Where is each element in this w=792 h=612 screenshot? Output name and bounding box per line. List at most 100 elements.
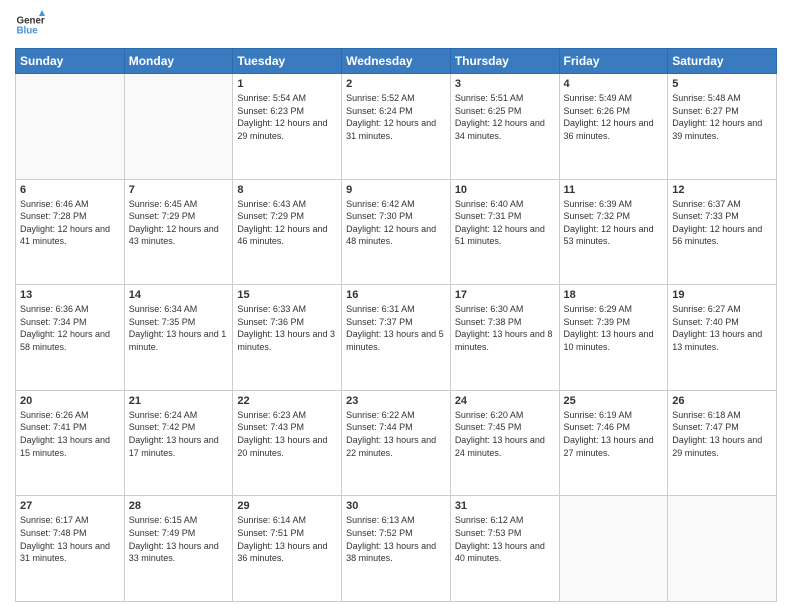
day-info: Sunrise: 6:40 AM Sunset: 7:31 PM Dayligh… <box>455 198 555 248</box>
day-info: Sunrise: 6:17 AM Sunset: 7:48 PM Dayligh… <box>20 514 120 564</box>
calendar-cell: 11 Sunrise: 6:39 AM Sunset: 7:32 PM Dayli… <box>559 179 668 285</box>
day-number: 10 <box>455 184 555 196</box>
day-number: 16 <box>346 289 446 301</box>
calendar-cell: 24Sunrise: 6:20 AM Sunset: 7:45 PM Dayli… <box>450 390 559 496</box>
logo: General Blue <box>15 10 45 40</box>
day-number: 26 <box>672 395 772 407</box>
day-number: 8 <box>237 184 337 196</box>
calendar-cell: 23 Sunrise: 6:22 AM Sunset: 7:44 PM Dayli… <box>342 390 451 496</box>
day-info: Sunrise: 5:52 AM Sunset: 6:24 PM Dayligh… <box>346 92 446 142</box>
calendar-cell: 1 Sunrise: 5:54 AM Sunset: 6:23 PM Daylig… <box>233 74 342 180</box>
day-number: 19 <box>672 289 772 301</box>
day-number: 7 <box>129 184 229 196</box>
calendar-cell: 8 Sunrise: 6:43 AM Sunset: 7:29 PM Daylig… <box>233 179 342 285</box>
logo-icon: General Blue <box>15 10 45 40</box>
day-info: Sunrise: 6:19 AM Sunset: 7:46 PM Dayligh… <box>564 409 664 459</box>
calendar-cell <box>124 74 233 180</box>
calendar-cell <box>16 74 125 180</box>
calendar-cell <box>668 496 777 602</box>
weekday-header-friday: Friday <box>559 49 668 74</box>
weekday-header-row: SundayMondayTuesdayWednesdayThursdayFrid… <box>16 49 777 74</box>
day-number: 1 <box>237 78 337 90</box>
day-info: Sunrise: 6:18 AM Sunset: 7:47 PM Dayligh… <box>672 409 772 459</box>
day-info: Sunrise: 6:45 AM Sunset: 7:29 PM Dayligh… <box>129 198 229 248</box>
day-number: 12 <box>672 184 772 196</box>
day-number: 9 <box>346 184 446 196</box>
day-number: 23 <box>346 395 446 407</box>
week-row-1: 1 Sunrise: 5:54 AM Sunset: 6:23 PM Daylig… <box>16 74 777 180</box>
day-info: Sunrise: 6:39 AM Sunset: 7:32 PM Dayligh… <box>564 198 664 248</box>
day-number: 2 <box>346 78 446 90</box>
day-number: 6 <box>20 184 120 196</box>
calendar-cell: 31 Sunrise: 6:12 AM Sunset: 7:53 PM Dayli… <box>450 496 559 602</box>
day-info: Sunrise: 6:43 AM Sunset: 7:29 PM Dayligh… <box>237 198 337 248</box>
day-info: Sunrise: 6:36 AM Sunset: 7:34 PM Dayligh… <box>20 303 120 353</box>
week-row-2: 6 Sunrise: 6:46 AM Sunset: 7:28 PM Daylig… <box>16 179 777 285</box>
calendar-cell: 26 Sunrise: 6:18 AM Sunset: 7:47 PM Dayli… <box>668 390 777 496</box>
calendar-cell: 25 Sunrise: 6:19 AM Sunset: 7:46 PM Dayli… <box>559 390 668 496</box>
calendar-cell: 19 Sunrise: 6:27 AM Sunset: 7:40 PM Dayli… <box>668 285 777 391</box>
page: General Blue SundayMondayTuesdayWednesda… <box>0 0 792 612</box>
calendar-cell: 21 Sunrise: 6:24 AM Sunset: 7:42 PM Dayli… <box>124 390 233 496</box>
day-number: 27 <box>20 500 120 512</box>
day-info: Sunrise: 5:54 AM Sunset: 6:23 PM Dayligh… <box>237 92 337 142</box>
svg-text:Blue: Blue <box>17 25 39 36</box>
day-info: Sunrise: 6:30 AM Sunset: 7:38 PM Dayligh… <box>455 303 555 353</box>
day-number: 11 <box>564 184 664 196</box>
weekday-header-thursday: Thursday <box>450 49 559 74</box>
day-info: Sunrise: 6:14 AM Sunset: 7:51 PM Dayligh… <box>237 514 337 564</box>
day-number: 31 <box>455 500 555 512</box>
week-row-5: 27 Sunrise: 6:17 AM Sunset: 7:48 PM Dayli… <box>16 496 777 602</box>
day-number: 29 <box>237 500 337 512</box>
day-number: 30 <box>346 500 446 512</box>
weekday-header-sunday: Sunday <box>16 49 125 74</box>
calendar-cell: 18Sunrise: 6:29 AM Sunset: 7:39 PM Dayli… <box>559 285 668 391</box>
day-number: 13 <box>20 289 120 301</box>
calendar-cell: 16 Sunrise: 6:31 AM Sunset: 7:37 PM Dayli… <box>342 285 451 391</box>
day-info: Sunrise: 5:49 AM Sunset: 6:26 PM Dayligh… <box>564 92 664 142</box>
week-row-4: 20Sunrise: 6:26 AM Sunset: 7:41 PM Dayli… <box>16 390 777 496</box>
calendar-cell: 9 Sunrise: 6:42 AM Sunset: 7:30 PM Daylig… <box>342 179 451 285</box>
calendar-cell: 10 Sunrise: 6:40 AM Sunset: 7:31 PM Dayli… <box>450 179 559 285</box>
day-info: Sunrise: 6:27 AM Sunset: 7:40 PM Dayligh… <box>672 303 772 353</box>
calendar-cell: 27 Sunrise: 6:17 AM Sunset: 7:48 PM Dayli… <box>16 496 125 602</box>
calendar-cell: 4Sunrise: 5:49 AM Sunset: 6:26 PM Daylig… <box>559 74 668 180</box>
day-info: Sunrise: 6:12 AM Sunset: 7:53 PM Dayligh… <box>455 514 555 564</box>
week-row-3: 13 Sunrise: 6:36 AM Sunset: 7:34 PM Dayli… <box>16 285 777 391</box>
header: General Blue <box>15 10 777 40</box>
day-info: Sunrise: 6:29 AM Sunset: 7:39 PM Dayligh… <box>564 303 664 353</box>
day-number: 21 <box>129 395 229 407</box>
day-info: Sunrise: 5:48 AM Sunset: 6:27 PM Dayligh… <box>672 92 772 142</box>
day-info: Sunrise: 6:37 AM Sunset: 7:33 PM Dayligh… <box>672 198 772 248</box>
calendar-cell: 20Sunrise: 6:26 AM Sunset: 7:41 PM Dayli… <box>16 390 125 496</box>
calendar-cell: 3Sunrise: 5:51 AM Sunset: 6:25 PM Daylig… <box>450 74 559 180</box>
day-number: 17 <box>455 289 555 301</box>
calendar-cell: 15 Sunrise: 6:33 AM Sunset: 7:36 PM Dayli… <box>233 285 342 391</box>
day-info: Sunrise: 6:46 AM Sunset: 7:28 PM Dayligh… <box>20 198 120 248</box>
day-number: 25 <box>564 395 664 407</box>
calendar-cell: 22Sunrise: 6:23 AM Sunset: 7:43 PM Dayli… <box>233 390 342 496</box>
day-info: Sunrise: 6:31 AM Sunset: 7:37 PM Dayligh… <box>346 303 446 353</box>
calendar-cell: 13 Sunrise: 6:36 AM Sunset: 7:34 PM Dayli… <box>16 285 125 391</box>
day-number: 28 <box>129 500 229 512</box>
calendar-cell: 6 Sunrise: 6:46 AM Sunset: 7:28 PM Daylig… <box>16 179 125 285</box>
calendar-cell: 14 Sunrise: 6:34 AM Sunset: 7:35 PM Dayli… <box>124 285 233 391</box>
calendar-cell: 12 Sunrise: 6:37 AM Sunset: 7:33 PM Dayli… <box>668 179 777 285</box>
day-info: Sunrise: 6:23 AM Sunset: 7:43 PM Dayligh… <box>237 409 337 459</box>
day-info: Sunrise: 6:15 AM Sunset: 7:49 PM Dayligh… <box>129 514 229 564</box>
day-info: Sunrise: 6:42 AM Sunset: 7:30 PM Dayligh… <box>346 198 446 248</box>
day-number: 5 <box>672 78 772 90</box>
calendar-cell: 17 Sunrise: 6:30 AM Sunset: 7:38 PM Dayli… <box>450 285 559 391</box>
day-info: Sunrise: 6:26 AM Sunset: 7:41 PM Dayligh… <box>20 409 120 459</box>
day-info: Sunrise: 6:24 AM Sunset: 7:42 PM Dayligh… <box>129 409 229 459</box>
calendar-cell: 2 Sunrise: 5:52 AM Sunset: 6:24 PM Daylig… <box>342 74 451 180</box>
calendar-cell: 30Sunrise: 6:13 AM Sunset: 7:52 PM Dayli… <box>342 496 451 602</box>
weekday-header-saturday: Saturday <box>668 49 777 74</box>
day-info: Sunrise: 6:22 AM Sunset: 7:44 PM Dayligh… <box>346 409 446 459</box>
weekday-header-tuesday: Tuesday <box>233 49 342 74</box>
day-info: Sunrise: 6:34 AM Sunset: 7:35 PM Dayligh… <box>129 303 229 353</box>
day-info: Sunrise: 6:33 AM Sunset: 7:36 PM Dayligh… <box>237 303 337 353</box>
day-number: 14 <box>129 289 229 301</box>
calendar-table: SundayMondayTuesdayWednesdayThursdayFrid… <box>15 48 777 602</box>
day-number: 15 <box>237 289 337 301</box>
